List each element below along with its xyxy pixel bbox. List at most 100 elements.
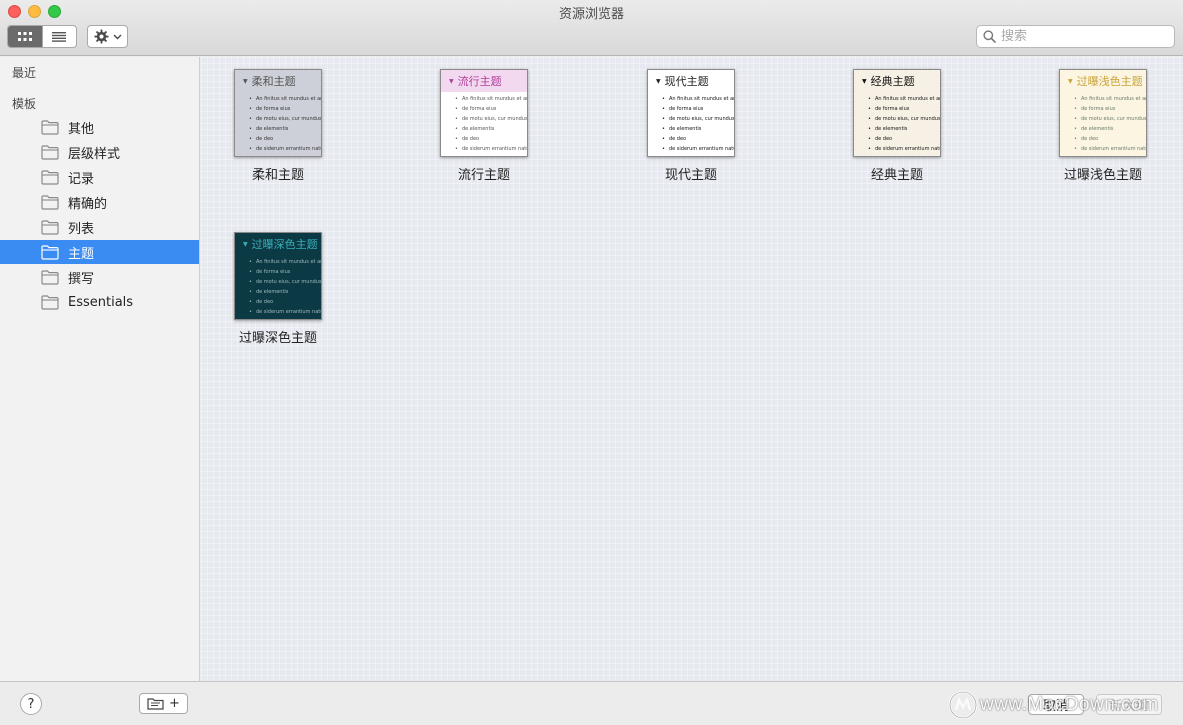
sidebar-item-label: 层级样式 xyxy=(68,146,121,162)
sidebar-item[interactable]: Essentials xyxy=(0,290,199,314)
disclosure-triangle-icon: ▼ xyxy=(243,77,248,85)
preview-line: An finitus sit mundus et an unus xyxy=(1074,94,1146,104)
thumbnail-header: 过曝深色主题 xyxy=(251,238,318,251)
theme-thumbnail[interactable]: ▼柔和主题An finitus sit mundus et an unusde … xyxy=(234,69,322,157)
help-button[interactable]: ? xyxy=(20,693,42,715)
search-icon xyxy=(983,30,996,43)
folder-icon xyxy=(41,294,59,310)
search-input[interactable] xyxy=(1001,29,1161,44)
list-view-button[interactable] xyxy=(41,26,77,47)
sidebar-item[interactable]: 记录 xyxy=(0,165,199,189)
preview-line: An finitus sit mundus et an unus xyxy=(662,94,734,104)
preview-line: de motu eius, cur mundus dicatur xyxy=(455,114,527,124)
preview-list: An finitus sit mundus et an unusde forma… xyxy=(235,255,321,319)
preview-line: de lunae et solis defectibus, de xyxy=(249,317,321,319)
preview-line: de siderum errantium natura xyxy=(249,144,321,154)
sidebar-item-label: 其他 xyxy=(68,121,95,137)
bottom-bar: ? + 取消 新大纲 www.MacDown.com xyxy=(0,681,1183,725)
sidebar-item[interactable]: 精确的 xyxy=(0,190,199,214)
preview-line: de siderum errantium natura xyxy=(1074,144,1146,154)
sidebar-item-label: 精确的 xyxy=(68,196,108,212)
theme-name: 现代主题 xyxy=(664,168,717,183)
sidebar-item[interactable]: 主题 xyxy=(0,240,199,264)
preview-list: An finitus sit mundus et an unusde forma… xyxy=(235,92,321,156)
title-bar: 资源浏览器 xyxy=(0,0,1183,56)
preview-line: de forma eius xyxy=(662,104,734,114)
sidebar-item[interactable]: 其他 xyxy=(0,115,199,139)
grid-view-button[interactable] xyxy=(8,26,42,47)
preview-line: de lunae et solis defectibus, de xyxy=(1074,154,1146,156)
folder-icon xyxy=(41,219,59,235)
preview-line: de deo xyxy=(1074,134,1146,144)
preview-line: de siderum errantium natura xyxy=(249,307,321,317)
sidebar-section-templates: 模板 xyxy=(12,97,37,111)
thumbnail-header: 流行主题 xyxy=(457,75,502,88)
preview-line: de siderum errantium natura xyxy=(455,144,527,154)
preview-line: de lunae et solis defectibus, de xyxy=(249,154,321,156)
view-mode-control xyxy=(7,25,77,48)
preview-list: An finitus sit mundus et an unusde forma… xyxy=(1060,92,1146,156)
preview-line: de elementis xyxy=(662,124,734,134)
preview-line: de forma eius xyxy=(1074,104,1146,114)
preview-line: de motu eius, cur mundus dicatur xyxy=(868,114,940,124)
gear-icon xyxy=(93,29,109,44)
preview-line: de motu eius, cur mundus dicatur xyxy=(249,277,321,287)
grid-icon xyxy=(17,31,32,41)
theme-tile[interactable]: ▼现代主题An finitus sit mundus et an unusde … xyxy=(626,69,756,183)
search-field[interactable] xyxy=(976,25,1175,48)
preview-line: de elementis xyxy=(1074,124,1146,134)
theme-tile[interactable]: ▼过曝浅色主题An finitus sit mundus et an unusd… xyxy=(1038,69,1168,183)
new-folder-icon xyxy=(147,698,164,710)
plus-icon: + xyxy=(169,696,180,711)
preview-line: de forma eius xyxy=(249,104,321,114)
preview-line: An finitus sit mundus et an unus xyxy=(455,94,527,104)
preview-line: de elementis xyxy=(868,124,940,134)
thumbnail-header: 柔和主题 xyxy=(251,75,296,88)
theme-tile[interactable]: ▼流行主题An finitus sit mundus et an unusde … xyxy=(419,69,549,183)
preview-line: de elementis xyxy=(455,124,527,134)
theme-thumbnail[interactable]: ▼经典主题An finitus sit mundus et an unusde … xyxy=(853,69,941,157)
list-icon xyxy=(52,31,67,42)
sidebar-item-label: 记录 xyxy=(68,171,95,187)
preview-line: de motu eius, cur mundus dicatur xyxy=(249,114,321,124)
folder-icon xyxy=(41,269,59,285)
theme-thumbnail[interactable]: ▼现代主题An finitus sit mundus et an unusde … xyxy=(647,69,735,157)
disclosure-triangle-icon: ▼ xyxy=(1068,77,1073,85)
new-folder-button[interactable]: + xyxy=(139,693,188,714)
sidebar-item-label: 撰写 xyxy=(68,271,95,287)
preview-line: de forma eius xyxy=(249,267,321,277)
action-menu-button[interactable] xyxy=(87,25,128,48)
folder-icon xyxy=(41,144,59,160)
sidebar-recent[interactable]: 最近 xyxy=(12,64,36,81)
preview-line: de motu eius, cur mundus dicatur xyxy=(1074,114,1146,124)
theme-tile[interactable]: ▼过曝深色主题An finitus sit mundus et an unusd… xyxy=(213,232,343,346)
sidebar-item[interactable]: 列表 xyxy=(0,215,199,239)
cancel-button[interactable]: 取消 xyxy=(1028,694,1084,715)
theme-tile[interactable]: ▼经典主题An finitus sit mundus et an unusde … xyxy=(832,69,962,183)
preview-line: de deo xyxy=(455,134,527,144)
theme-thumbnail[interactable]: ▼过曝深色主题An finitus sit mundus et an unusd… xyxy=(234,232,322,320)
preview-line: An finitus sit mundus et an unus xyxy=(249,94,321,104)
watermark-logo-icon xyxy=(948,690,978,720)
theme-thumbnail[interactable]: ▼过曝浅色主题An finitus sit mundus et an unusd… xyxy=(1059,69,1147,157)
folder-icon xyxy=(41,194,59,210)
disclosure-triangle-icon: ▼ xyxy=(449,77,454,85)
new-outline-button[interactable]: 新大纲 xyxy=(1096,694,1162,715)
folder-icon xyxy=(41,169,59,185)
theme-tile[interactable]: ▼柔和主题An finitus sit mundus et an unusde … xyxy=(213,69,343,183)
sidebar-item[interactable]: 层级样式 xyxy=(0,140,199,164)
preview-list: An finitus sit mundus et an unusde forma… xyxy=(648,92,734,156)
chevron-down-icon xyxy=(113,34,121,39)
theme-thumbnail[interactable]: ▼流行主题 An finitus sit mundus et an unus de … xyxy=(440,69,528,157)
theme-name: 经典主题 xyxy=(870,168,923,183)
sidebar: 最近 模板 其他层级样式记录精确的列表 主题撰写 Essentials xyxy=(0,57,200,681)
folder-icon xyxy=(41,244,59,260)
sidebar-item[interactable]: 撰写 xyxy=(0,265,199,289)
preview-line: de elementis xyxy=(249,287,321,297)
thumbnail-header: 经典主题 xyxy=(870,75,915,88)
theme-name: 流行主题 xyxy=(457,168,510,183)
theme-name: 柔和主题 xyxy=(251,168,304,183)
preview-line: de lunae et solis defectibus, de xyxy=(868,154,940,156)
preview-line: de motu eius, cur mundus dicatur xyxy=(662,114,734,124)
template-browser-grid: ▼柔和主题An finitus sit mundus et an unusde … xyxy=(201,57,1183,681)
